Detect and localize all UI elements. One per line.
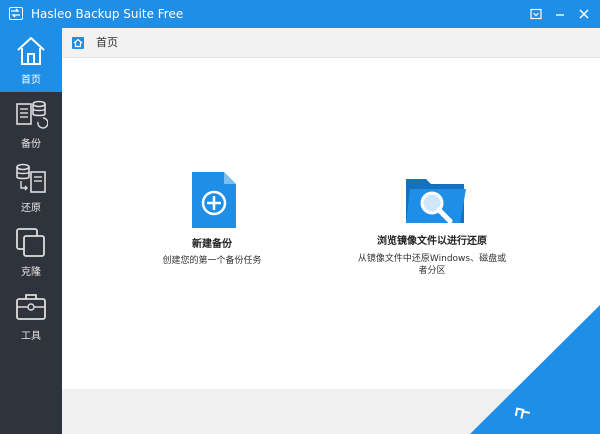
action-description-line: 者分区: [418, 266, 446, 276]
home-icon: [17, 37, 45, 65]
minimize-icon: [556, 14, 564, 16]
menu-dropdown-icon: [530, 8, 542, 20]
title-bar[interactable]: Hasleo Backup Suite Free: [0, 0, 600, 28]
sidebar-item-backup[interactable]: 备份: [0, 92, 62, 156]
action-title: 新建备份: [192, 239, 232, 250]
action-description-line: 从镜像文件中还原Windows、磁盘或: [357, 254, 507, 264]
action-description: 从镜像文件中还原Windows、磁盘或 者分区: [332, 253, 532, 277]
sidebar: 首页 备份 还原 克隆 工具: [0, 28, 62, 434]
bottom-bar: [62, 389, 600, 434]
breadcrumb-label: 首页: [96, 36, 118, 49]
tools-icon: [16, 294, 46, 320]
window-title: Hasleo Backup Suite Free: [31, 7, 184, 21]
action-description: 创建您的第一个备份任务: [162, 256, 262, 266]
sidebar-item-tools[interactable]: 工具: [0, 284, 62, 348]
sidebar-item-home[interactable]: 首页: [0, 28, 62, 92]
sidebar-item-label: 首页: [21, 75, 41, 86]
sidebar-item-label: 备份: [21, 139, 41, 150]
breadcrumb: 首页: [62, 28, 600, 58]
clone-icon: [16, 228, 45, 257]
minimize-button[interactable]: [552, 6, 568, 22]
sidebar-item-restore[interactable]: 还原: [0, 156, 62, 220]
app-window: Hasleo Backup Suite Free 首页 备份 还原 克隆 工具 …: [0, 0, 600, 434]
main-content: 新建备份 创建您的第一个备份任务 浏览镜像文件以进行还原 从镜像文件中还原Win…: [62, 59, 600, 389]
sidebar-item-label: 克隆: [21, 267, 41, 278]
menu-button[interactable]: [528, 6, 544, 22]
app-logo-icon: [9, 7, 23, 20]
sidebar-item-clone[interactable]: 克隆: [0, 220, 62, 284]
action-title: 浏览镜像文件以进行还原: [377, 236, 487, 247]
close-icon: [579, 9, 589, 19]
folder-search-icon: [406, 179, 466, 224]
browse-image-action[interactable]: 浏览镜像文件以进行还原 从镜像文件中还原Windows、磁盘或 者分区: [332, 170, 532, 290]
sidebar-item-label: 工具: [21, 331, 41, 342]
close-button[interactable]: [576, 6, 592, 22]
breadcrumb-home-icon[interactable]: [72, 37, 84, 49]
new-file-plus-icon: [192, 172, 236, 228]
restore-icon: [16, 163, 46, 193]
backup-icon: [16, 100, 48, 129]
new-backup-action[interactable]: 新建备份 创建您的第一个备份任务: [152, 170, 272, 280]
sidebar-item-label: 还原: [21, 203, 41, 214]
